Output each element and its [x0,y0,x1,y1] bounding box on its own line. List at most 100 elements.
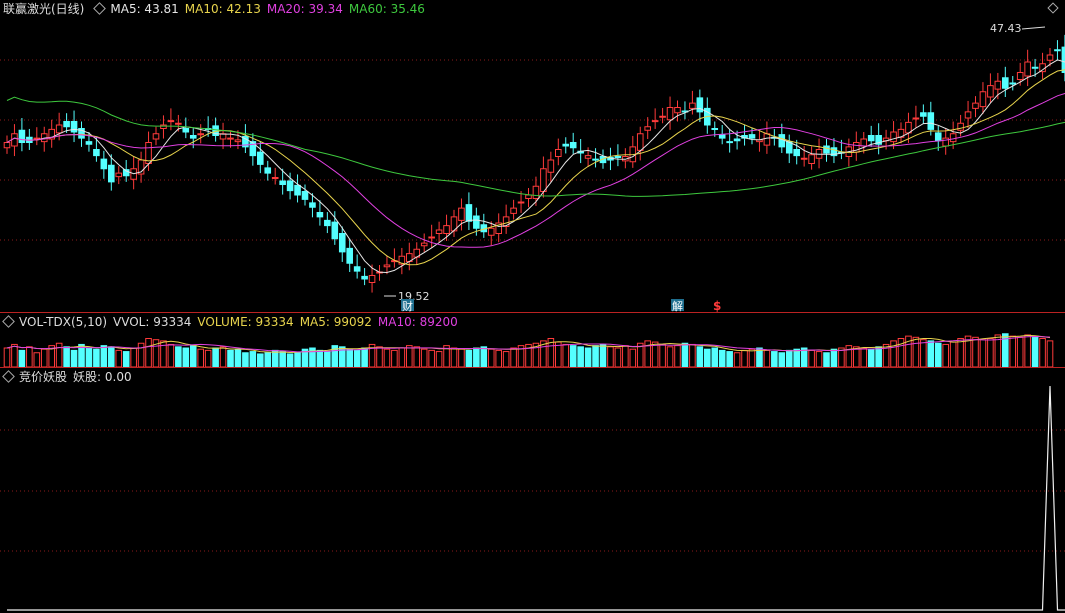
volume-bar [473,347,480,368]
high-price-label: 47.43 [990,22,1022,35]
high-arrow [1021,26,1046,30]
volume-bar [175,346,182,368]
candle-body [592,158,599,161]
candle-body [547,159,555,173]
candle-body [257,151,264,165]
candle-body [465,204,473,222]
volume-bar [696,346,704,368]
volume-bar [182,347,190,368]
volume-bar [771,351,778,368]
volume-bar [242,352,249,368]
candle-body [316,212,324,218]
candle-body [793,149,801,157]
candle-body [286,180,294,192]
volume-bar [979,339,987,368]
volume-bar [629,348,637,368]
volume-bar [1016,336,1024,368]
volume-bar [398,347,406,368]
volume-bar [815,351,823,368]
candle-body [93,149,100,157]
volume-bar [599,343,607,368]
volume-bar [450,347,458,368]
volume-bar [257,353,264,368]
volume-bar [55,342,63,368]
candle-body [920,112,927,117]
volume-bar [830,348,838,368]
volume-bar [376,346,383,368]
candle-body [18,129,26,143]
candle-body [726,141,733,144]
volume-bar [413,346,421,368]
candle-body [175,122,182,125]
volume-bar [733,352,741,368]
candle-body [309,202,316,208]
candle-body [368,275,376,283]
volume-bar [33,352,41,368]
volume-bar [562,343,570,368]
candle-body [1002,77,1009,89]
candle-body [458,207,465,221]
candle-body [800,157,808,160]
candle-body [532,185,540,199]
candle-body [115,172,123,178]
volume-bar [912,336,920,368]
candle-body [1031,66,1039,69]
volume-bar [204,349,212,368]
candle-body [1009,82,1017,85]
candle-body [383,264,391,268]
volume-bar [569,345,577,368]
candle-body [234,139,242,143]
candle-body [271,177,279,179]
volume-panel: VOL-TDX(5,10) VVOL: 93334 VOLUME: 93334 MA5… [0,313,1065,368]
volume-bar [622,345,629,368]
candle-body [867,135,875,142]
candle-body [279,180,286,185]
volume-bar [458,348,465,368]
candle-body [3,142,11,149]
volume-chart [3,333,1054,368]
volume-bar [63,346,70,368]
volume-bar [927,340,935,368]
candle-body [659,115,666,118]
volume-bar [271,349,279,368]
candle-body [1054,49,1061,52]
candle-body [934,132,942,142]
volume-bar [167,343,175,368]
volume-bar [11,343,18,368]
volume-bar [189,345,197,368]
volume-bar [227,349,234,368]
candle-body [778,134,786,148]
volume-bar [115,349,123,368]
candle-body [569,142,577,149]
candle-body [510,207,517,214]
volume-bar [264,352,272,368]
volume-bar [316,349,324,368]
candle-body [301,191,309,200]
volume-bar [70,349,78,368]
volume-bar [1024,334,1031,368]
volume-bar [949,341,957,368]
volume-bar [197,348,204,368]
candle-body [689,102,696,109]
volume-bar [674,345,681,368]
volume-bar [934,342,942,368]
yaogu-line [7,385,1065,611]
candle-body [473,215,480,229]
candle-body [994,80,1002,90]
volume-bar [465,349,473,368]
candle-body [361,275,368,280]
volume-bar [279,351,286,368]
candle-body [167,120,175,123]
candle-body [1046,54,1054,61]
candle-body [666,107,674,121]
candle-body [227,137,234,140]
candle-body [152,133,160,140]
volume-bar [875,346,882,368]
candle-body [70,121,78,133]
ma10-line [6,69,1065,266]
volume-bar [793,348,801,368]
volume-bar [353,349,361,368]
candle-body [763,133,771,146]
event-jie-label: 解 [672,299,683,312]
candle-body [823,145,830,154]
